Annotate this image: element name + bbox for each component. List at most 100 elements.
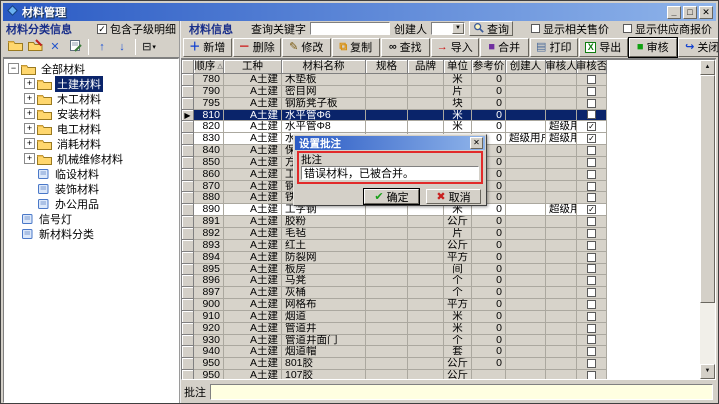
keyword-input[interactable]: [310, 22, 390, 35]
scroll-up-icon[interactable]: ▲: [700, 60, 715, 75]
table-row[interactable]: ▶810A土建水平管Φ6米0: [182, 110, 607, 122]
table-row[interactable]: 795A土建钢筋凳子板块0: [182, 98, 607, 110]
audited-checkbox[interactable]: [587, 264, 596, 273]
audited-checkbox[interactable]: [587, 347, 596, 356]
maximize-button[interactable]: □: [683, 6, 697, 19]
expand-icon[interactable]: +: [24, 138, 35, 149]
audited-checkbox[interactable]: [587, 146, 596, 155]
audited-checkbox[interactable]: [587, 170, 596, 179]
add-category-button[interactable]: [5, 38, 25, 56]
table-row[interactable]: 893A土建红土公斤0: [182, 240, 607, 252]
table-row[interactable]: 894A土建防裂网平方0: [182, 252, 607, 264]
show-supplier-checkbox[interactable]: [623, 24, 632, 33]
comment-input[interactable]: [301, 166, 479, 180]
tree-item[interactable]: +机械维修材料: [4, 151, 178, 166]
row-selector-cell[interactable]: [182, 323, 194, 335]
audited-checkbox[interactable]: [587, 217, 596, 226]
row-selector-cell[interactable]: [182, 240, 194, 252]
row-selector-cell[interactable]: [182, 169, 194, 181]
minimize-button[interactable]: _: [667, 6, 681, 19]
row-selector-cell[interactable]: [182, 264, 194, 276]
audited-checkbox[interactable]: [587, 300, 596, 309]
search-button[interactable]: 查询: [469, 21, 513, 36]
table-row[interactable]: 897A土建灰桶个0: [182, 287, 607, 299]
chevron-down-icon[interactable]: ▼: [452, 23, 464, 34]
cancel-button[interactable]: ✖ 取消: [426, 189, 481, 204]
row-selector-cell[interactable]: [182, 311, 194, 323]
audited-checkbox[interactable]: [587, 288, 596, 297]
audited-checkbox[interactable]: [587, 359, 596, 368]
table-row[interactable]: 790A土建密目网片0: [182, 86, 607, 98]
审核-button[interactable]: ■审核: [629, 38, 678, 57]
expand-icon[interactable]: +: [24, 123, 35, 134]
table-row[interactable]: 950A土建107胶公斤: [182, 370, 607, 380]
column-header-price[interactable]: 参考价: [472, 60, 506, 74]
table-row[interactable]: 891A土建胶粉公斤0: [182, 216, 607, 228]
column-header-auditor[interactable]: 审核人: [546, 60, 577, 74]
复制-button[interactable]: ⧉复制: [332, 38, 381, 57]
column-header-spec[interactable]: 规格: [366, 60, 408, 74]
audited-checkbox[interactable]: [587, 134, 596, 143]
tree-item[interactable]: +安装材料: [4, 106, 178, 121]
table-row[interactable]: 920A土建管道井米0: [182, 323, 607, 335]
导出-button[interactable]: X导出: [579, 38, 628, 57]
creator-dropdown[interactable]: ▼: [431, 22, 465, 35]
row-selector-cell[interactable]: [182, 121, 194, 133]
row-selector-cell[interactable]: [182, 335, 194, 347]
row-selector-cell[interactable]: [182, 192, 194, 204]
table-row[interactable]: 896A土建马凳个0: [182, 275, 607, 287]
ok-button[interactable]: ✔ 确定: [364, 189, 419, 204]
row-selector-cell[interactable]: [182, 370, 194, 380]
column-header-job[interactable]: 工种: [224, 60, 282, 74]
scrollbar-thumb[interactable]: [700, 75, 715, 303]
row-selector-cell[interactable]: [182, 299, 194, 311]
查找-button[interactable]: ∞查找: [381, 38, 430, 57]
table-row[interactable]: 895A土建板房间0: [182, 264, 607, 276]
row-selector-cell[interactable]: [182, 181, 194, 193]
delete-category-button[interactable]: ✕: [45, 38, 65, 56]
edit-category-button[interactable]: [25, 38, 45, 56]
column-header-creator[interactable]: 创建人: [506, 60, 546, 74]
row-selector-cell[interactable]: [182, 275, 194, 287]
row-selector-cell[interactable]: [182, 145, 194, 157]
tree-levels-button[interactable]: ⊟▾: [139, 38, 159, 56]
table-row[interactable]: 892A土建毛毡片0: [182, 228, 607, 240]
expand-icon[interactable]: +: [24, 108, 35, 119]
audited-checkbox[interactable]: [587, 99, 596, 108]
note-bar-input[interactable]: [210, 384, 713, 400]
vertical-scrollbar[interactable]: ▲ ▼: [700, 60, 715, 379]
collapse-icon[interactable]: −: [8, 63, 19, 74]
audited-checkbox[interactable]: [587, 87, 596, 96]
audited-checkbox[interactable]: [587, 324, 596, 333]
column-header-brand[interactable]: 品牌: [408, 60, 444, 74]
expand-icon[interactable]: +: [24, 153, 35, 164]
move-down-button[interactable]: ↓: [112, 38, 132, 56]
table-row[interactable]: 910A土建烟道米0: [182, 311, 607, 323]
column-header-unit[interactable]: 单位: [444, 60, 472, 74]
导入-button[interactable]: →导入: [431, 38, 480, 57]
关闭-button[interactable]: ↪关闭: [678, 38, 719, 57]
row-selector-cell[interactable]: [182, 133, 194, 145]
dialog-close-icon[interactable]: ✕: [470, 137, 483, 149]
row-selector-cell[interactable]: [182, 216, 194, 228]
新增-button[interactable]: ＋新增: [183, 38, 232, 57]
audited-checkbox[interactable]: [587, 335, 596, 344]
tree-item[interactable]: 临设材料: [4, 166, 178, 181]
row-selector-cell[interactable]: [182, 252, 194, 264]
打印-button[interactable]: ▤打印: [530, 38, 579, 57]
tree-item[interactable]: −全部材料: [4, 61, 178, 76]
row-selector-cell[interactable]: [182, 204, 194, 216]
tree-item[interactable]: 办公用品: [4, 196, 178, 211]
audited-checkbox[interactable]: [587, 241, 596, 250]
audited-checkbox[interactable]: [587, 371, 596, 380]
category-notes-button[interactable]: [65, 38, 85, 56]
audited-checkbox[interactable]: [587, 229, 596, 238]
move-up-button[interactable]: ↑: [92, 38, 112, 56]
table-row[interactable]: 890A土建工字钢米0超级用.: [182, 204, 607, 216]
column-header-name[interactable]: 材料名称: [282, 60, 366, 74]
expand-icon[interactable]: +: [24, 78, 35, 89]
tree-item[interactable]: +消耗材料: [4, 136, 178, 151]
table-row[interactable]: 820A土建水平管Φ8米0超级用.: [182, 121, 607, 133]
column-header-audited[interactable]: 审核否: [577, 60, 607, 74]
tree-item[interactable]: 新材料分类: [4, 226, 178, 241]
